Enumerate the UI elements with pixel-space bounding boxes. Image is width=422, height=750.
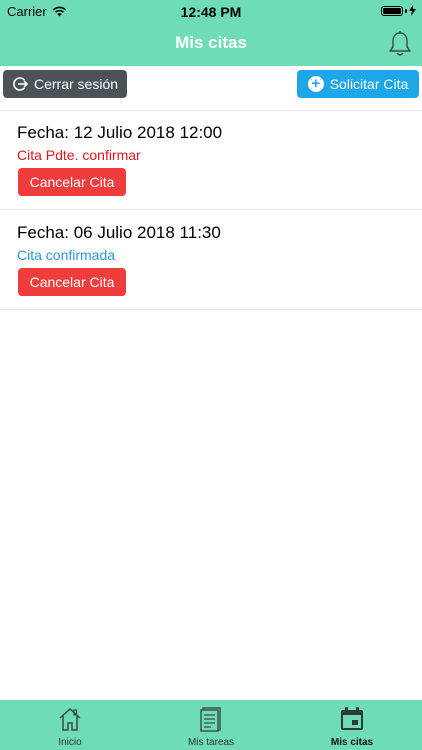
appointment-date: Fecha: 06 Julio 2018 11:30 [17, 223, 221, 242]
header: Carrier 12:48 PM Mis citas [0, 0, 422, 66]
calendar-icon [341, 707, 363, 730]
action-toolbar: Cerrar sesión + Solicitar Cita [0, 66, 422, 111]
tab-label: Inicio [58, 737, 82, 748]
cancel-appointment-button[interactable]: Cancelar Cita [18, 168, 126, 196]
home-icon [59, 707, 81, 731]
request-appointment-label: Solicitar Cita [329, 76, 409, 92]
logout-icon [13, 77, 28, 91]
logout-label: Cerrar sesión [33, 76, 119, 92]
bell-icon[interactable] [387, 30, 413, 58]
battery-icon [381, 5, 403, 16]
battery-fill [383, 7, 401, 14]
tab-bar: Inicio Mis tareas Mis citas [0, 700, 422, 750]
appointment-date: Fecha: 12 Julio 2018 12:00 [17, 123, 223, 142]
page-title: Mis citas [175, 33, 247, 52]
cancel-appointment-button[interactable]: Cancelar Cita [18, 268, 126, 296]
tasks-icon [200, 707, 221, 732]
status-bar: Carrier 12:48 PM [0, 0, 422, 22]
appointment-status: Cita Pdte. confirmar [17, 147, 141, 163]
battery-indicator [381, 5, 416, 16]
appointment-item: Fecha: 06 Julio 2018 11:30 Cita confirma… [0, 211, 422, 310]
tab-mis-tareas[interactable]: Mis tareas [141, 700, 281, 750]
request-appointment-button[interactable]: + Solicitar Cita [297, 70, 419, 98]
battery-tip [405, 8, 407, 13]
status-time: 12:48 PM [180, 4, 242, 20]
tab-label: Mis citas [330, 737, 374, 748]
tab-inicio[interactable]: Inicio [0, 700, 140, 750]
charging-bolt-icon [409, 5, 416, 16]
appointment-item: Fecha: 12 Julio 2018 12:00 Cita Pdte. co… [0, 111, 422, 210]
logout-button[interactable]: Cerrar sesión [3, 70, 127, 98]
tab-label: Mis tareas [187, 737, 235, 748]
appointment-status: Cita confirmada [17, 247, 116, 263]
plus-circle-icon: + [307, 76, 324, 92]
tab-mis-citas[interactable]: Mis citas [282, 700, 422, 750]
